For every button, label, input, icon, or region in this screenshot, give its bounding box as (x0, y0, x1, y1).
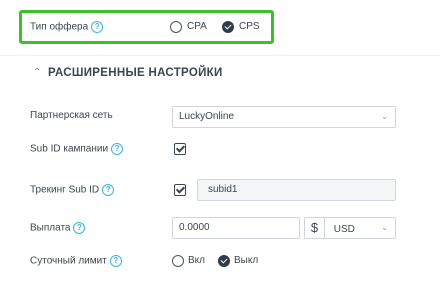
radio-limit-off-label[interactable]: Выкл (234, 255, 258, 266)
currency-select[interactable]: $ USD ⌄ (304, 217, 396, 239)
radio-cpa[interactable] (170, 21, 182, 33)
chevron-down-icon: ⌄ (381, 223, 388, 232)
daily-limit-label: Суточный лимит (30, 255, 107, 267)
help-icon[interactable]: ? (111, 143, 124, 155)
tracking-sub-id-value: subid1 (208, 184, 238, 195)
radio-cpa-label[interactable]: CPA (187, 21, 207, 32)
settings-panel: Тип оффера? CPA CPS ⌃ РАСШИРЕННЫЕ НАСТРО… (0, 0, 440, 300)
offer-type-label: Тип оффера (30, 21, 89, 33)
radio-limit-off[interactable] (218, 255, 230, 267)
offer-type-label-wrap: Тип оффера? (30, 21, 104, 33)
divider (0, 55, 440, 56)
radio-cps[interactable] (222, 21, 234, 33)
payout-input[interactable]: 0.0000 (172, 217, 300, 239)
chevron-up-icon[interactable]: ⌃ (33, 67, 41, 78)
advanced-settings-title[interactable]: РАСШИРЕННЫЕ НАСТРОЙКИ (48, 67, 223, 79)
chevron-down-icon: ⌄ (381, 112, 388, 121)
help-icon[interactable]: ? (91, 21, 104, 33)
campaign-sub-id-checkbox[interactable] (174, 143, 186, 155)
radio-limit-on-label[interactable]: Вкл (188, 255, 205, 266)
help-icon[interactable]: ? (73, 222, 86, 234)
help-icon[interactable]: ? (109, 255, 122, 267)
partner-network-value: LuckyOnline (179, 111, 235, 122)
currency-symbol: $ (305, 218, 325, 238)
payout-value: 0.0000 (179, 222, 210, 233)
partner-network-label: Партнерская сеть (30, 110, 113, 121)
help-icon[interactable]: ? (102, 184, 115, 196)
partner-network-select[interactable]: LuckyOnline ⌄ (172, 106, 396, 128)
campaign-sub-id-label-wrap: Sub ID кампании? (30, 143, 124, 155)
campaign-sub-id-label: Sub ID кампании (30, 143, 109, 155)
payout-label: Выплата (30, 222, 71, 234)
radio-cps-label[interactable]: CPS (239, 21, 260, 32)
tracking-sub-id-checkbox[interactable] (174, 184, 186, 196)
payout-label-wrap: Выплата? (30, 222, 86, 234)
radio-limit-on[interactable] (172, 255, 184, 267)
tracking-sub-id-label-wrap: Трекинг Sub ID? (30, 184, 115, 196)
tracking-sub-id-label: Трекинг Sub ID (30, 184, 100, 196)
daily-limit-label-wrap: Суточный лимит? (30, 255, 122, 267)
tracking-sub-id-input[interactable]: subid1 (197, 179, 396, 201)
currency-value: USD (333, 224, 355, 235)
